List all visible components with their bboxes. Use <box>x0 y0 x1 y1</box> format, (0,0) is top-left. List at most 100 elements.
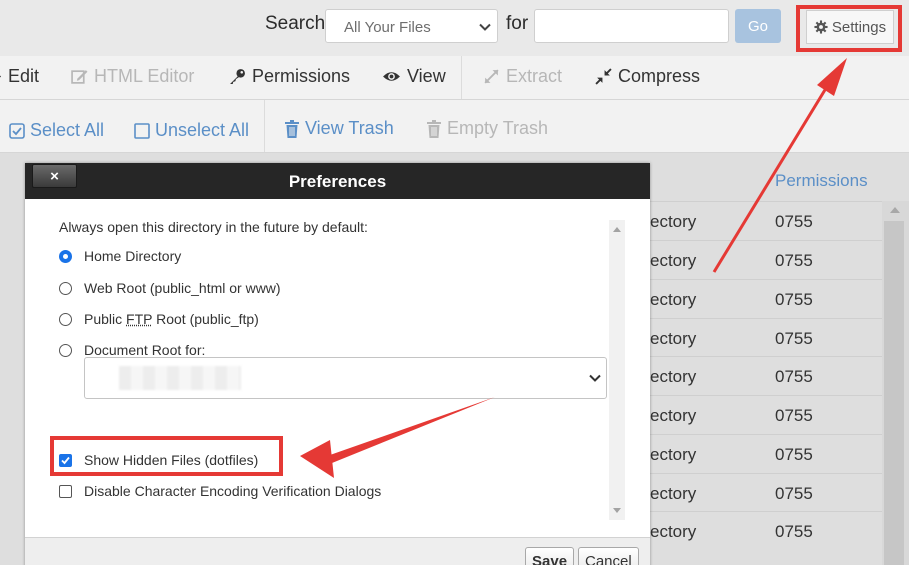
key-icon <box>230 69 245 84</box>
expand-arrows-icon <box>484 69 499 84</box>
permissions-button[interactable]: Permissions <box>229 66 350 87</box>
select-all-label: Select All <box>30 120 105 140</box>
file-manager-screen: Search All Your Files for Go Settings Ed… <box>0 0 909 565</box>
disable-encoding-option[interactable]: Disable Character Encoding Verification … <box>59 483 381 499</box>
web-root-option[interactable]: Web Root (public_html or www) <box>59 280 281 296</box>
dialog-title: Preferences <box>288 172 387 191</box>
dialog-scrollbar[interactable] <box>609 220 625 520</box>
go-button[interactable]: Go <box>735 9 781 43</box>
public-ftp-suffix: Root (public_ftp) <box>152 311 259 327</box>
public-ftp-root-label: Public FTP Root (public_ftp) <box>84 311 259 327</box>
file-actions-toolbar: Edit HTML Editor Permissions View Extrac… <box>0 56 909 100</box>
unselect-all-label: Unselect All <box>155 120 250 140</box>
for-label: for <box>506 13 529 34</box>
permissions-cell: 0755 <box>775 367 813 386</box>
permissions-cell: 0755 <box>775 212 813 231</box>
checked-box-icon <box>9 122 25 139</box>
permissions-cell: 0755 <box>775 522 813 541</box>
type-cell: ectory <box>650 367 697 386</box>
type-cell: ectory <box>650 212 697 231</box>
toolbar-divider <box>461 56 462 99</box>
modal-backdrop <box>0 153 25 565</box>
edit-label: Edit <box>8 66 40 86</box>
public-ftp-prefix: Public <box>84 311 127 327</box>
settings-highlight-box <box>796 5 902 52</box>
pencil-square-icon <box>71 70 88 84</box>
document-root-domain-select[interactable] <box>84 357 607 399</box>
empty-box-icon <box>134 122 150 139</box>
permissions-cell: 0755 <box>775 445 813 464</box>
disable-encoding-checkbox[interactable] <box>59 484 72 498</box>
html-editor-label: HTML Editor <box>94 66 195 86</box>
home-directory-option[interactable]: Home Directory <box>59 248 181 264</box>
empty-trash-button[interactable]: Empty Trash <box>426 118 548 139</box>
home-directory-label: Home Directory <box>84 248 182 264</box>
document-root-label: Document Root for: <box>84 342 206 358</box>
view-label: View <box>407 66 446 86</box>
chevron-down-icon <box>589 374 601 382</box>
type-cell: ectory <box>650 251 697 270</box>
scroll-down-icon[interactable] <box>613 508 621 513</box>
dialog-titlebar[interactable]: × Preferences <box>25 163 650 199</box>
permissions-label: Permissions <box>252 66 351 86</box>
edit-button[interactable]: Edit <box>0 66 39 87</box>
type-cell: ectory <box>650 484 697 503</box>
compress-arrows-icon <box>595 68 612 85</box>
home-directory-radio[interactable] <box>59 249 72 263</box>
save-button[interactable]: Save <box>525 547 575 565</box>
cancel-button[interactable]: Cancel <box>578 547 639 565</box>
type-cell: ectory <box>650 406 697 425</box>
redacted-domain-value <box>119 366 241 390</box>
trash-icon <box>427 119 441 138</box>
public-ftp-root-radio[interactable] <box>59 312 72 326</box>
unselect-all-button[interactable]: Unselect All <box>134 120 249 141</box>
pencil-icon <box>0 75 1 78</box>
preferences-dialog: × Preferences Always open this directory… <box>25 163 650 565</box>
scrollbar-thumb[interactable] <box>884 221 904 565</box>
public-ftp-root-option[interactable]: Public FTP Root (public_ftp) <box>59 311 259 327</box>
web-root-label: Web Root (public_html or www) <box>84 280 281 296</box>
disable-encoding-label: Disable Character Encoding Verification … <box>84 483 382 499</box>
search-scope-select[interactable]: All Your Files <box>325 9 498 43</box>
extract-button[interactable]: Extract <box>483 66 562 87</box>
type-cell: ectory <box>650 522 697 541</box>
trash-icon <box>285 119 299 138</box>
permissions-cell: 0755 <box>775 406 813 425</box>
eye-icon <box>383 72 400 81</box>
document-root-radio[interactable] <box>59 343 72 357</box>
document-root-option[interactable]: Document Root for: <box>59 342 205 358</box>
view-trash-label: View Trash <box>305 118 394 138</box>
search-input[interactable] <box>534 9 729 43</box>
type-cell: ectory <box>650 290 697 309</box>
permissions-cell: 0755 <box>775 329 813 348</box>
ftp-abbreviation: FTP <box>126 311 153 327</box>
type-cell: ectory <box>650 329 697 348</box>
type-cell: ectory <box>650 445 697 464</box>
dialog-body: Always open this directory in the future… <box>25 199 650 537</box>
empty-trash-label: Empty Trash <box>447 118 549 138</box>
web-root-radio[interactable] <box>59 281 72 295</box>
permissions-cell: 0755 <box>775 290 813 309</box>
selection-toolbar: Select All Unselect All View Trash Empty… <box>0 100 909 153</box>
view-button[interactable]: View <box>382 66 446 87</box>
toolbar-divider <box>264 100 265 152</box>
view-trash-button[interactable]: View Trash <box>284 118 394 139</box>
extract-label: Extract <box>506 66 563 86</box>
permissions-cell: 0755 <box>775 251 813 270</box>
search-scope-value: All Your Files <box>344 19 431 36</box>
dialog-footer: Save Cancel <box>25 537 650 565</box>
compress-button[interactable]: Compress <box>595 66 700 87</box>
default-directory-label: Always open this directory in the future… <box>59 219 368 235</box>
table-scrollbar[interactable] <box>882 201 909 565</box>
compress-label: Compress <box>618 66 701 86</box>
search-label: Search <box>265 13 326 34</box>
scroll-up-icon[interactable] <box>613 227 621 232</box>
permissions-cell: 0755 <box>775 484 813 503</box>
search-bar: Search All Your Files for Go Settings <box>0 0 909 56</box>
show-hidden-highlight-box <box>50 436 283 476</box>
select-all-button[interactable]: Select All <box>9 120 104 141</box>
chevron-down-icon <box>479 23 491 31</box>
permissions-column-header[interactable]: Permissions <box>775 171 868 191</box>
scroll-up-icon[interactable] <box>890 207 900 213</box>
html-editor-button[interactable]: HTML Editor <box>71 66 194 87</box>
